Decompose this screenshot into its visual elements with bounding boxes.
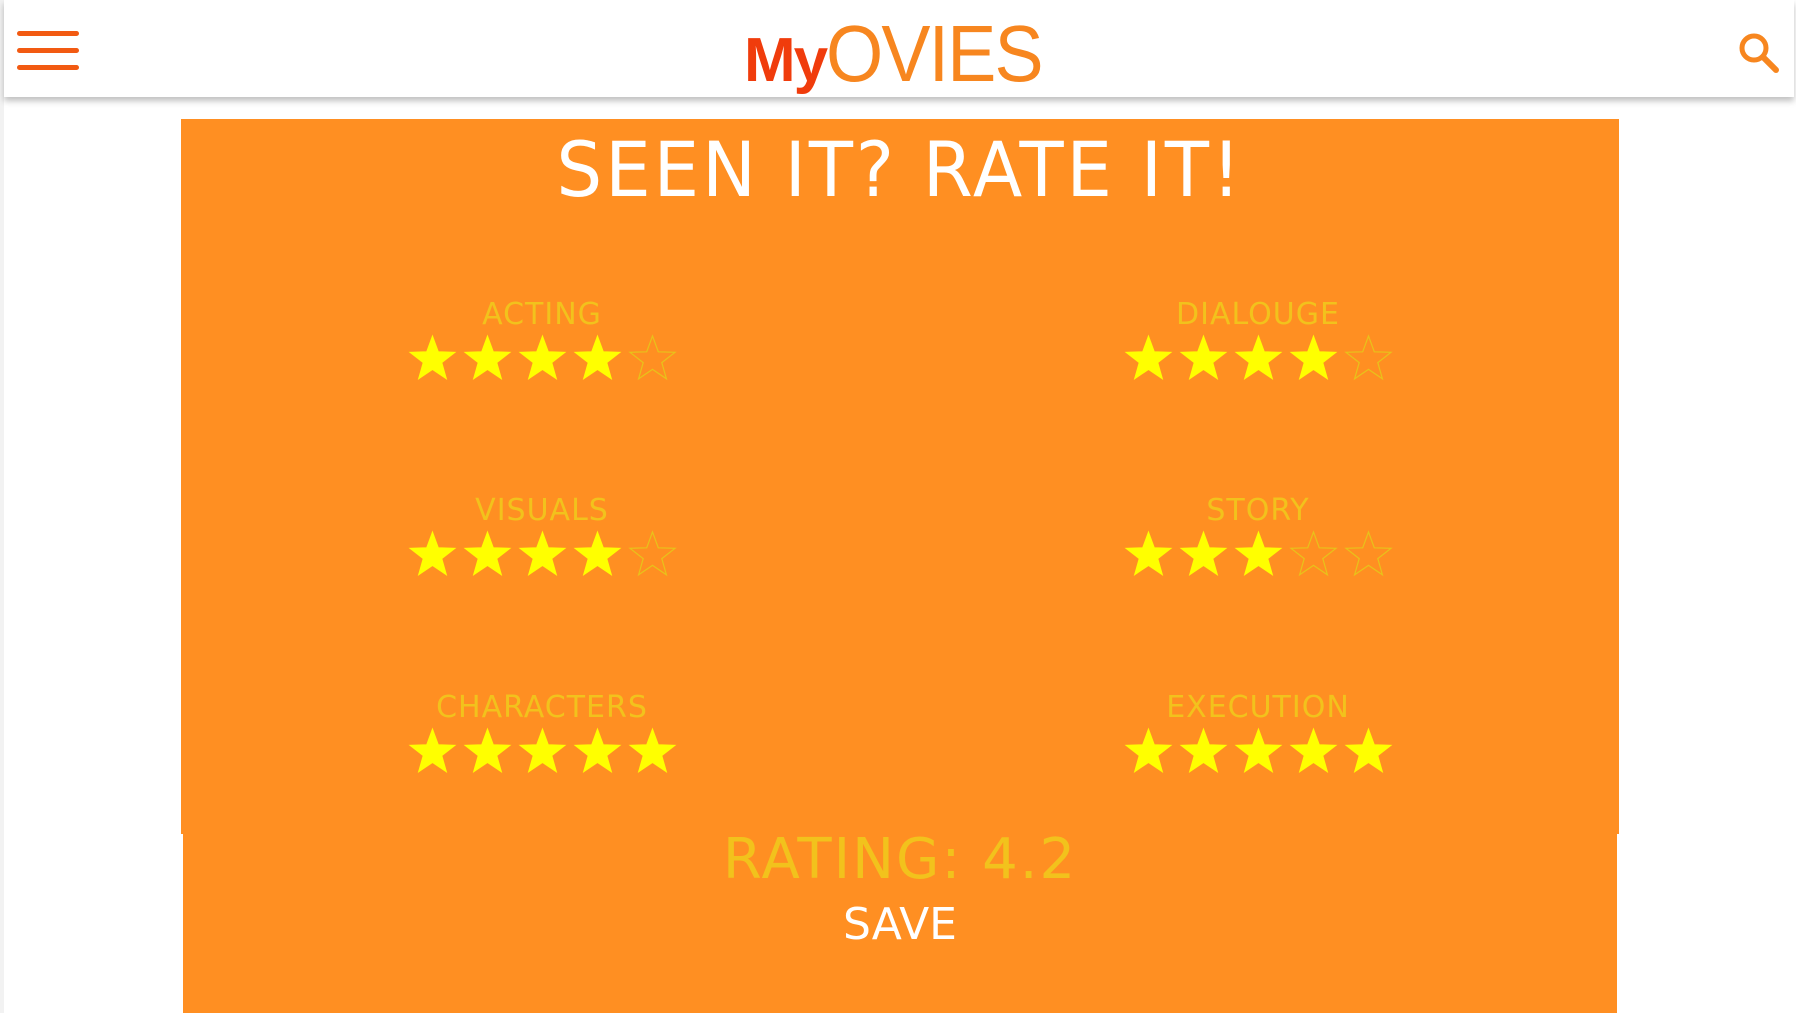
star-filled-icon[interactable]: [463, 530, 512, 579]
category-label: CHARACTERS: [436, 690, 648, 725]
category-label: EXECUTION: [1166, 690, 1350, 725]
star-rating[interactable]: [1108, 727, 1408, 776]
star-rating[interactable]: [392, 334, 692, 383]
star-filled-icon[interactable]: [1234, 334, 1283, 383]
star-filled-icon[interactable]: [1344, 727, 1393, 776]
logo-my-text: My: [744, 26, 828, 95]
overall-rating: RATING: 4.2: [722, 827, 1078, 892]
site-logo[interactable]: My OVIES: [744, 8, 1064, 98]
star-filled-icon[interactable]: [573, 727, 622, 776]
category-label: ACTING: [482, 297, 602, 332]
star-filled-icon[interactable]: [1124, 727, 1173, 776]
star-filled-icon[interactable]: [573, 530, 622, 579]
star-filled-icon[interactable]: [518, 727, 567, 776]
star-empty-icon[interactable]: [1343, 530, 1393, 579]
panel-title: SEEN IT? RATE IT!: [556, 125, 1244, 214]
page: My OVIES SEEN IT? RATE IT! ACTING DIALOU…: [0, 0, 1796, 1013]
star-filled-icon[interactable]: [1234, 530, 1283, 579]
category-label: VISUALS: [475, 493, 609, 528]
star-filled-icon[interactable]: [573, 334, 622, 383]
star-filled-icon[interactable]: [518, 530, 567, 579]
star-empty-icon[interactable]: [1288, 530, 1338, 579]
star-filled-icon[interactable]: [1179, 530, 1228, 579]
star-filled-icon[interactable]: [1179, 334, 1228, 383]
save-button[interactable]: SAVE: [790, 895, 1010, 953]
star-rating[interactable]: [1108, 530, 1408, 579]
rating-category-dialouge: DIALOUGE: [1108, 298, 1408, 383]
star-filled-icon[interactable]: [463, 727, 512, 776]
star-filled-icon[interactable]: [628, 727, 677, 776]
star-empty-icon[interactable]: [1343, 334, 1393, 383]
menu-bar: [17, 48, 79, 53]
top-header: My OVIES: [4, 0, 1794, 98]
rating-category-execution: EXECUTION: [1108, 691, 1408, 776]
category-label: STORY: [1206, 493, 1310, 528]
star-filled-icon[interactable]: [408, 727, 457, 776]
rating-category-acting: ACTING: [392, 298, 692, 383]
star-rating[interactable]: [1108, 334, 1408, 383]
star-filled-icon[interactable]: [1289, 727, 1338, 776]
star-rating[interactable]: [392, 727, 692, 776]
rating-category-story: STORY: [1108, 494, 1408, 579]
star-filled-icon[interactable]: [1124, 530, 1173, 579]
star-filled-icon[interactable]: [518, 334, 567, 383]
star-empty-icon[interactable]: [627, 530, 677, 579]
star-empty-icon[interactable]: [627, 334, 677, 383]
hamburger-menu-icon[interactable]: [17, 31, 79, 71]
menu-bar: [17, 31, 79, 36]
star-filled-icon[interactable]: [1124, 334, 1173, 383]
category-label: DIALOUGE: [1176, 297, 1340, 332]
rating-category-characters: CHARACTERS: [392, 691, 692, 776]
star-filled-icon[interactable]: [408, 334, 457, 383]
logo-ovies-text: OVIES: [826, 9, 1044, 98]
rating-category-visuals: VISUALS: [392, 494, 692, 579]
search-icon-graphic: [1739, 33, 1779, 73]
star-filled-icon[interactable]: [408, 530, 457, 579]
star-rating[interactable]: [392, 530, 692, 579]
star-filled-icon[interactable]: [1234, 727, 1283, 776]
star-filled-icon[interactable]: [1179, 727, 1228, 776]
menu-bar: [17, 65, 79, 70]
star-filled-icon[interactable]: [1289, 334, 1338, 383]
star-filled-icon[interactable]: [463, 334, 512, 383]
left-edge-strip: [0, 0, 4, 1013]
search-icon[interactable]: [1738, 32, 1780, 74]
